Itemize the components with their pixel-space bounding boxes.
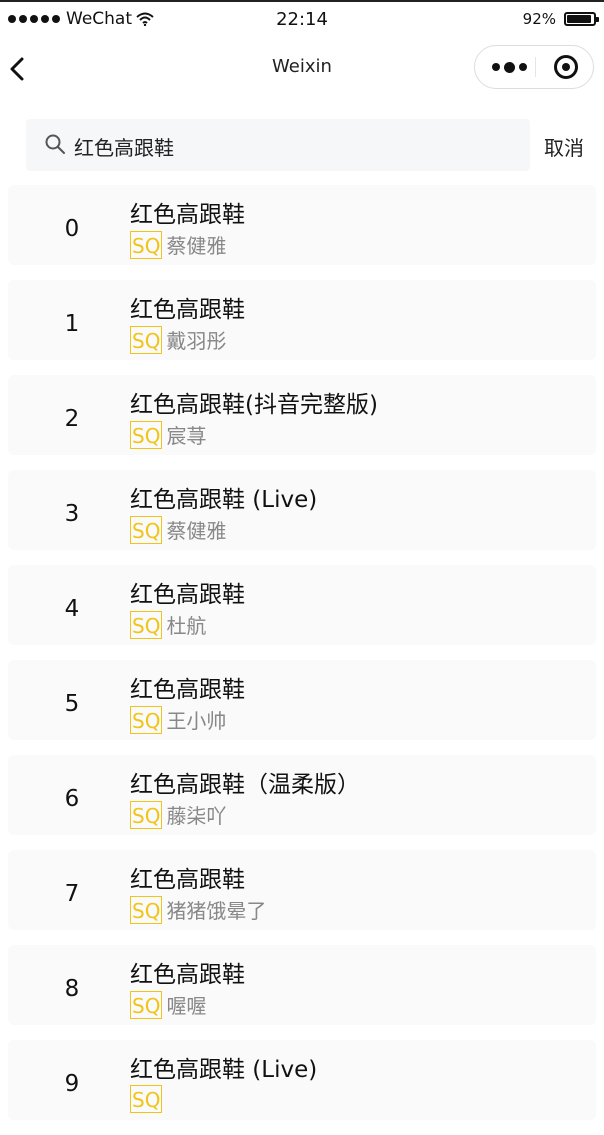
search-icon (45, 134, 65, 154)
sq-quality-badge: SQ (130, 515, 163, 544)
song-meta: SQ 戴羽彤 (130, 325, 226, 354)
song-meta: SQ 蔡健雅 (130, 230, 226, 259)
battery-percentage: 92% (522, 10, 556, 28)
song-meta: SQ 喔喔 (130, 990, 206, 1019)
artist-name: 喔喔 (166, 994, 207, 1018)
status-right: 92% (522, 10, 599, 28)
result-index: 0 (64, 216, 80, 242)
result-index: 7 (64, 881, 80, 907)
search-query-text: 红色高跟鞋 (74, 136, 174, 160)
close-mini-program-icon[interactable] (554, 55, 578, 79)
result-item[interactable]: 8 红色高跟鞋 SQ 喔喔 (8, 945, 596, 1025)
status-bar: WeChat 22:14 92% (0, 0, 604, 38)
song-title: 红色高跟鞋 (130, 582, 245, 608)
song-title: 红色高跟鞋 (Live) (130, 1057, 318, 1083)
song-title: 红色高跟鞋 (130, 202, 245, 228)
result-item[interactable]: 6 红色高跟鞋（温柔版） SQ 藤柒吖 (8, 755, 596, 835)
song-meta: SQ 猪猪饿晕了 (130, 895, 266, 924)
result-index: 3 (64, 501, 80, 527)
sq-quality-badge: SQ (130, 610, 163, 639)
song-title: 红色高跟鞋(抖音完整版) (130, 392, 378, 418)
result-index: 8 (64, 976, 80, 1002)
artist-name: 蔡健雅 (166, 519, 227, 543)
sq-quality-badge: SQ (130, 705, 163, 734)
song-title: 红色高跟鞋 (130, 297, 245, 323)
result-item[interactable]: 9 红色高跟鞋 (Live) SQ (8, 1040, 596, 1120)
song-meta: SQ 蔡健雅 (130, 515, 226, 544)
song-title: 红色高跟鞋 (Live) (130, 487, 318, 513)
sq-quality-badge: SQ (130, 325, 163, 354)
artist-name: 猪猪饿晕了 (166, 899, 267, 923)
cancel-button[interactable]: 取消 (544, 132, 584, 161)
song-meta: SQ 王小帅 (130, 705, 226, 734)
artist-name: 蔡健雅 (166, 234, 227, 258)
result-index: 4 (64, 596, 80, 622)
status-time: 22:14 (276, 9, 328, 30)
battery-icon (564, 12, 599, 26)
mini-program-capsule (474, 45, 594, 89)
sq-quality-badge: SQ (130, 800, 163, 829)
result-item[interactable]: 1 红色高跟鞋 SQ 戴羽彤 (8, 280, 596, 360)
artist-name: 戴羽彤 (166, 329, 227, 353)
more-options-icon[interactable] (489, 46, 529, 88)
sq-quality-badge: SQ (130, 895, 163, 924)
song-title: 红色高跟鞋 (130, 677, 245, 703)
song-meta: SQ (130, 1085, 166, 1113)
artist-name: 宸荨 (166, 424, 207, 448)
song-meta: SQ 杜航 (130, 610, 206, 639)
result-item[interactable]: 5 红色高跟鞋 SQ 王小帅 (8, 660, 596, 740)
song-meta: SQ 宸荨 (130, 420, 206, 449)
navigation-bar: Weixin (0, 38, 604, 100)
result-index: 1 (64, 311, 80, 337)
result-index: 6 (64, 786, 80, 812)
result-item[interactable]: 4 红色高跟鞋 SQ 杜航 (8, 565, 596, 645)
sq-quality-badge: SQ (130, 420, 163, 449)
artist-name: 杜航 (166, 614, 207, 638)
result-item[interactable]: 2 红色高跟鞋(抖音完整版) SQ 宸荨 (8, 375, 596, 455)
result-index: 2 (64, 406, 80, 432)
result-item[interactable]: 3 红色高跟鞋 (Live) SQ 蔡健雅 (8, 470, 596, 550)
result-item[interactable]: 0 红色高跟鞋 SQ 蔡健雅 (8, 185, 596, 265)
sq-quality-badge: SQ (130, 990, 163, 1019)
capsule-divider (535, 57, 536, 77)
sq-quality-badge: SQ (130, 1085, 163, 1113)
song-title: 红色高跟鞋 (130, 867, 245, 893)
song-title: 红色高跟鞋（温柔版） (130, 772, 360, 798)
result-item[interactable]: 7 红色高跟鞋 SQ 猪猪饿晕了 (8, 850, 596, 930)
result-index: 9 (64, 1071, 80, 1097)
search-result-list: 0 红色高跟鞋 SQ 蔡健雅 1 红色高跟鞋 SQ 戴羽彤 2 红色高跟鞋(抖音完整版) SQ 宸荨 3… (8, 185, 596, 1135)
battery-level-fill (567, 15, 591, 23)
result-index: 5 (64, 691, 80, 717)
artist-name: 王小帅 (166, 709, 227, 733)
artist-name: 藤柒吖 (166, 804, 227, 828)
sq-quality-badge: SQ (130, 230, 163, 259)
search-row: 红色高跟鞋 取消 (0, 100, 604, 180)
search-input[interactable]: 红色高跟鞋 (26, 119, 530, 171)
song-title: 红色高跟鞋 (130, 962, 245, 988)
song-meta: SQ 藤柒吖 (130, 800, 226, 829)
